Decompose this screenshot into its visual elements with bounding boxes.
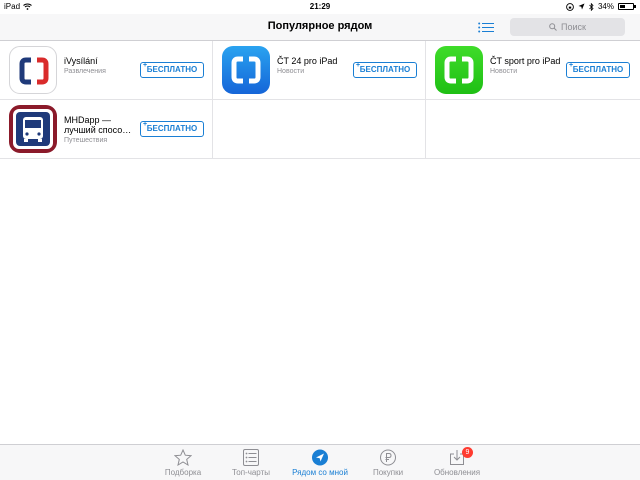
list-icon: [243, 449, 259, 466]
app-title: ČT sport pro iPad Новости: [490, 56, 562, 76]
empty-cell: [426, 100, 640, 158]
mhdapp-app-icon[interactable]: [9, 105, 57, 153]
free-button-label: БЕСПЛАТНО: [359, 65, 411, 74]
empty-cell: [213, 100, 426, 158]
get-free-button[interactable]: + БЕСПЛАТНО: [140, 121, 204, 137]
app-row: MHDapp — лучший спосо… Путешествия + БЕСП…: [0, 100, 640, 159]
app-category: Новости: [277, 68, 305, 75]
purchased-icon: [380, 449, 396, 466]
location-arrow-icon: [578, 3, 585, 10]
status-time: 21:29: [309, 2, 331, 11]
tab-purchased[interactable]: Покупки: [353, 449, 423, 477]
ct24-app-icon[interactable]: [222, 46, 270, 94]
ctsport-app-icon[interactable]: [435, 46, 483, 94]
app-grid: iVysílání Развлечения + БЕСПЛАТНО ČT 24 p…: [0, 41, 640, 159]
tab-label: Покупки: [372, 468, 404, 477]
nav-bar: Популярное рядом Поиск: [0, 14, 640, 41]
app-title: ČT 24 pro iPad Новости: [277, 56, 349, 76]
plus-mark: +: [143, 62, 148, 69]
star-icon: [174, 449, 192, 466]
list-view-icon[interactable]: [478, 22, 494, 33]
app-cell-ivysilani[interactable]: iVysílání Развлечения + БЕСПЛАТНО: [0, 41, 213, 99]
updates-badge: 9: [462, 447, 473, 458]
app-name: iVysílání: [64, 56, 98, 66]
tab-bar: Подборка Топ-чарты Рядом со мной Покупки…: [0, 444, 640, 480]
tab-label: Обновления: [433, 468, 481, 477]
battery-percent: 34%: [597, 2, 614, 11]
status-bar: iPad 21:29 34%: [0, 0, 640, 14]
app-cell-mhdapp[interactable]: MHDapp — лучший спосо… Путешествия + БЕСП…: [0, 100, 213, 158]
app-cell-ct24[interactable]: ČT 24 pro iPad Новости + БЕСПЛАТНО: [213, 41, 426, 99]
free-button-label: БЕСПЛАТНО: [572, 65, 624, 74]
plus-mark: +: [143, 121, 148, 128]
tab-label: Топ-чарты: [231, 468, 270, 477]
app-name: ČT sport pro iPad: [490, 56, 561, 66]
tab-label: Подборка: [164, 468, 202, 477]
get-free-button[interactable]: + БЕСПЛАТНО: [353, 62, 417, 78]
get-free-button[interactable]: + БЕСПЛАТНО: [566, 62, 630, 78]
battery-level: [620, 5, 625, 8]
tab-updates[interactable]: 9 Обновления: [422, 447, 492, 477]
app-category: Путешествия: [64, 137, 108, 144]
app-title: MHDapp — лучший спосо… Путешествия: [64, 115, 136, 145]
app-name: ČT 24 pro iPad: [277, 56, 338, 66]
app-category: Новости: [490, 68, 518, 75]
app-category: Развлечения: [64, 68, 106, 75]
search-input[interactable]: Поиск: [510, 18, 625, 36]
free-button-label: БЕСПЛАТНО: [146, 124, 198, 133]
search-placeholder: Поиск: [561, 22, 586, 32]
battery-icon: [618, 3, 636, 10]
status-right: 34%: [566, 2, 636, 11]
app-title: iVysílání Развлечения: [64, 56, 136, 76]
location-icon: [312, 449, 328, 466]
plus-mark: +: [569, 62, 574, 69]
plus-mark: +: [356, 62, 361, 69]
tab-label: Рядом со мной: [292, 468, 348, 477]
tab-featured[interactable]: Подборка: [148, 449, 218, 477]
ivysilani-app-icon[interactable]: [9, 46, 57, 94]
app-name: MHDapp — лучший спосо…: [64, 115, 132, 135]
tab-near-me[interactable]: Рядом со мной: [285, 449, 355, 477]
bluetooth-icon: [589, 2, 594, 11]
lock-rotation-icon: [566, 2, 574, 11]
app-cell-ctsport[interactable]: ČT sport pro iPad Новости + БЕСПЛАТНО: [426, 41, 640, 99]
tab-top-charts[interactable]: Топ-чарты: [216, 449, 286, 477]
free-button-label: БЕСПЛАТНО: [146, 65, 198, 74]
app-row: iVysílání Развлечения + БЕСПЛАТНО ČT 24 p…: [0, 41, 640, 100]
search-icon: [549, 23, 557, 31]
get-free-button[interactable]: + БЕСПЛАТНО: [140, 62, 204, 78]
